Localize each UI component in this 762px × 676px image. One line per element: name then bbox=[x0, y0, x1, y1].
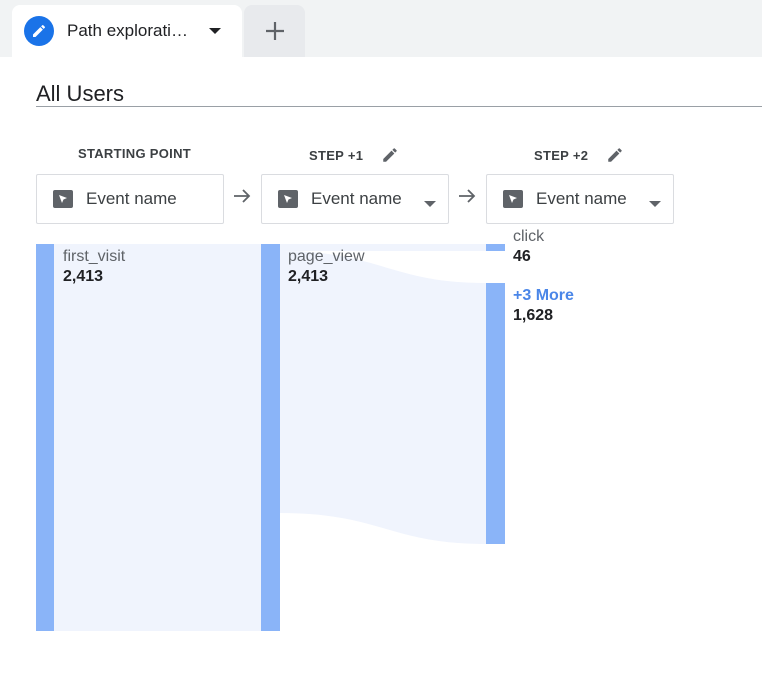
flow-page-view-to-more[interactable] bbox=[280, 251, 486, 544]
node-value-first-visit: 2,413 bbox=[63, 268, 104, 285]
node-name-first-visit: first_visit bbox=[63, 248, 126, 265]
path-flow-diagram bbox=[36, 244, 505, 631]
node-name-page-view: page_view bbox=[288, 248, 365, 265]
node-bar-page-view[interactable] bbox=[261, 244, 280, 631]
node-bar-more[interactable] bbox=[486, 283, 505, 544]
node-value-more: 1,628 bbox=[513, 307, 554, 324]
more-nodes-link[interactable]: +3 More bbox=[513, 287, 574, 305]
flow-first-visit-to-page-view[interactable] bbox=[54, 244, 261, 631]
node-value-page-view: 2,413 bbox=[288, 268, 329, 285]
node-name-click: click bbox=[513, 228, 545, 245]
node-bar-click[interactable] bbox=[486, 244, 505, 251]
node-bar-first-visit[interactable] bbox=[36, 244, 54, 631]
node-value-click: 46 bbox=[513, 248, 531, 265]
